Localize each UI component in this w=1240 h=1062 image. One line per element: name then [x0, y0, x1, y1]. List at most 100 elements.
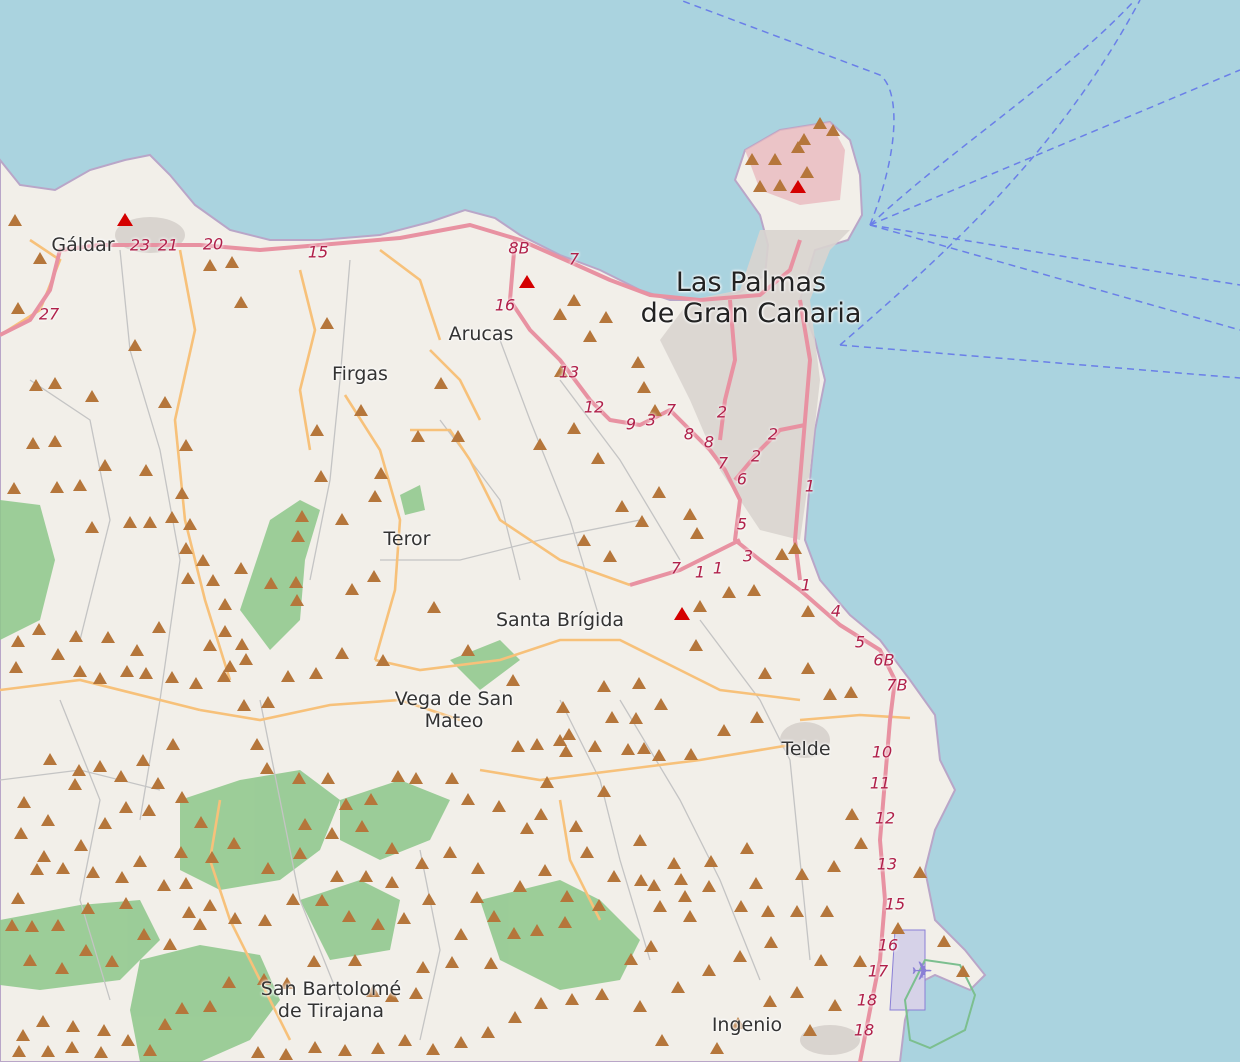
peak-icon [823, 688, 837, 700]
peak-icon [51, 648, 65, 660]
peak-icon [684, 748, 698, 760]
peak-icon [69, 630, 83, 642]
peak-icon [577, 534, 591, 546]
peak-icon [228, 912, 242, 924]
peak-icon [461, 644, 475, 656]
road-ref: 27 [38, 304, 60, 324]
peak-icon [844, 686, 858, 698]
road-ref: 12 [583, 397, 605, 417]
road-ref: 5 [854, 632, 866, 652]
peak-icon [359, 870, 373, 882]
peak-icon [603, 550, 617, 562]
peak-icon [93, 672, 107, 684]
peak-icon [704, 855, 718, 867]
peak-icon [492, 800, 506, 812]
peak-icon [534, 997, 548, 1009]
peak-icon [538, 864, 552, 876]
peak-icon [368, 490, 382, 502]
peak-icon [179, 439, 193, 451]
peak-icon [768, 153, 782, 165]
volcano-icon [519, 275, 535, 288]
peak-icon [158, 1018, 172, 1030]
place-label-las-palmas[interactable]: Las Palmas de Gran Canaria [641, 267, 862, 329]
peak-icon [854, 837, 868, 849]
peak-icon [913, 866, 927, 878]
peak-icon [32, 623, 46, 635]
peak-icon [828, 999, 842, 1011]
peak-icon [470, 891, 484, 903]
road-ref: 15 [884, 894, 906, 914]
road-ref: 18 [856, 990, 878, 1010]
peak-icon [298, 818, 312, 830]
road-ref: 1 [800, 575, 812, 595]
map-view[interactable]: ✈ Gáldar Arucas Firgas Teror Santa Brígi… [0, 0, 1240, 1062]
peak-icon [655, 1034, 669, 1046]
peak-icon [286, 893, 300, 905]
place-label-firgas[interactable]: Firgas [332, 363, 388, 386]
peak-icon [94, 1046, 108, 1058]
peak-icon [795, 868, 809, 880]
place-label-santa-brigida[interactable]: Santa Brígida [496, 609, 624, 632]
peak-icon [234, 562, 248, 574]
place-label-san-bartolome-de-tirajana[interactable]: San Bartolomé de Tirajana [261, 978, 401, 1023]
peak-icon [17, 796, 31, 808]
place-label-teror[interactable]: Teror [384, 528, 431, 551]
peak-icon [481, 1026, 495, 1038]
peak-icon [218, 598, 232, 610]
peak-icon [385, 842, 399, 854]
road-ref: 10 [871, 742, 893, 762]
peak-icon [292, 772, 306, 784]
place-label-telde[interactable]: Telde [781, 738, 830, 761]
peak-icon [451, 430, 465, 442]
peak-icon [534, 808, 548, 820]
peak-icon [753, 180, 767, 192]
peak-icon [139, 667, 153, 679]
peak-icon [508, 1011, 522, 1023]
peak-icon [937, 935, 951, 947]
peak-icon [30, 863, 44, 875]
peak-icon [203, 259, 217, 271]
peak-icon [398, 1034, 412, 1046]
peak-icon [120, 665, 134, 677]
peak-icon [689, 639, 703, 651]
peak-icon [264, 577, 278, 589]
peak-icon [540, 776, 554, 788]
peak-icon [591, 452, 605, 464]
road-ref: 8 [683, 424, 695, 444]
peak-icon [758, 667, 772, 679]
peak-icon [314, 470, 328, 482]
peak-icon [48, 435, 62, 447]
peak-icon [647, 879, 661, 891]
peak-icon [335, 647, 349, 659]
peak-icon [717, 724, 731, 736]
peak-icon [624, 953, 638, 965]
peak-icon [65, 1041, 79, 1053]
peak-icon [803, 1024, 817, 1036]
peak-icon [416, 961, 430, 973]
peak-icon [354, 404, 368, 416]
peak-icon [290, 594, 304, 606]
peak-icon [740, 842, 754, 854]
place-label-ingenio[interactable]: Ingenio [712, 1014, 782, 1037]
peak-icon [364, 793, 378, 805]
place-label-arucas[interactable]: Arucas [449, 323, 514, 346]
peak-icon [632, 677, 646, 689]
peak-icon [722, 586, 736, 598]
peak-icon [484, 957, 498, 969]
road-ref: 20 [202, 234, 224, 254]
peak-icon [391, 770, 405, 782]
peak-icon [597, 680, 611, 692]
peak-icon [8, 214, 22, 226]
peak-icon [629, 712, 643, 724]
place-label-vega-de-san-mateo[interactable]: Vega de San Mateo [395, 688, 514, 733]
peak-icon [530, 924, 544, 936]
peak-icon [97, 1024, 111, 1036]
peak-icon [175, 791, 189, 803]
peak-icon [320, 317, 334, 329]
place-label-galdar[interactable]: Gáldar [51, 234, 114, 257]
peak-icon [845, 808, 859, 820]
peak-icon [637, 381, 651, 393]
peak-icon [321, 772, 335, 784]
peak-icon [279, 1048, 293, 1060]
peak-icon [513, 880, 527, 892]
